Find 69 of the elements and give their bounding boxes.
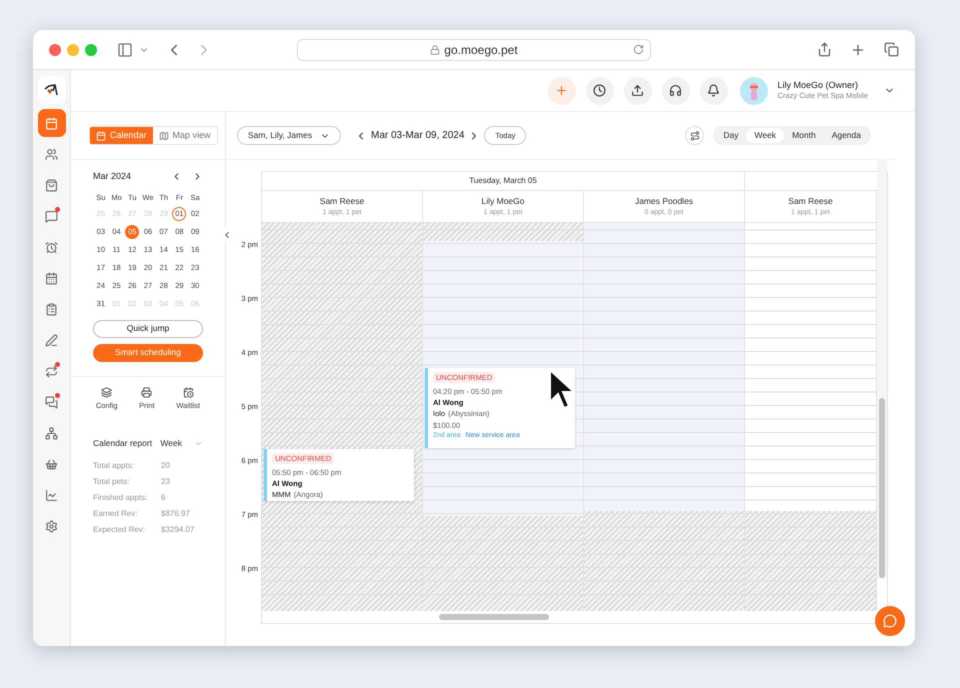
date-range: Mar 03-Mar 09, 2024 [371,129,464,143]
url-field[interactable]: go.moego.pet [297,38,651,60]
report-value: $3294.07 [161,524,194,536]
report-label: Earned Rev: [93,508,138,520]
user-name: Lily MoeGo (Owner) [778,80,860,92]
view-tab[interactable]: Month [784,128,824,143]
lock-icon [430,44,440,54]
map-icon [158,130,169,140]
report-value: 6 [161,492,166,504]
nav-button[interactable] [38,109,66,137]
printer-icon [141,386,152,398]
arrows-icon [45,364,58,378]
report-label: Total pets: [93,476,130,488]
horizontal-scrollbar[interactable] [439,614,549,620]
plus-icon [555,84,568,97]
header-icon-button[interactable] [662,76,690,104]
pen-icon [45,334,58,346]
dog-logo[interactable] [38,76,66,104]
line-chart-icon [45,488,58,502]
share-icon[interactable] [817,42,832,57]
settings-icon [45,520,58,532]
report-value: $876.97 [161,508,190,520]
basket-icon [45,458,58,470]
tabs-icon[interactable] [884,42,899,57]
staff-name: Lily MoeGo [482,194,524,208]
month-title: Mar 2024 [93,170,132,183]
calendar-icon [96,130,106,140]
report-label: Total appts: [93,460,135,472]
upload-icon [631,84,644,97]
calendar-grid-icon [45,272,58,284]
report-value: 23 [161,476,170,488]
staff-name: James Poodles [634,194,694,208]
staff-name: Sam Reese [788,194,833,208]
layers-icon [101,386,112,398]
view-tab[interactable]: Agenda [824,128,869,143]
message-icon [45,210,58,222]
report-period-select[interactable]: Week [160,436,203,450]
bell-icon [707,84,720,97]
staff-name: Sam Reese [320,194,364,208]
new-tab-icon[interactable] [850,42,866,58]
report-title: Calendar report [93,436,154,450]
view-tab[interactable]: Day [715,128,746,143]
people-icon [45,148,58,160]
header-icon-button[interactable] [700,76,728,104]
report-label: Finished appts: [93,492,148,504]
route-button[interactable] [685,126,704,145]
quick-jump-button[interactable]: Quick jump [93,320,203,338]
header-icon-button[interactable] [624,76,652,104]
bag-icon [45,178,58,192]
vertical-scrollbar[interactable] [879,398,885,578]
alarm-clock-icon [45,240,58,254]
report-value: 20 [161,460,170,472]
chat-icon [45,396,58,408]
headset-icon [669,84,682,97]
calendar-clock-icon [182,386,194,398]
header-icon-button[interactable] [586,76,614,104]
chat-icon [883,614,897,628]
url-text: go.moego.pet [444,42,518,58]
report-label: Expected Rev: [93,524,146,536]
day-header: Tuesday, March 05 [262,172,745,190]
route-icon [690,130,700,140]
staff-select[interactable]: Sam, Lily, James [237,126,341,145]
view-tab[interactable]: Week [746,128,784,143]
clipboard-icon [45,302,58,316]
nodes-icon [45,426,58,440]
sidebar-icon[interactable] [117,42,133,58]
reload-icon[interactable] [633,44,644,55]
clock-icon [593,84,606,97]
calendar-icon [45,116,58,130]
